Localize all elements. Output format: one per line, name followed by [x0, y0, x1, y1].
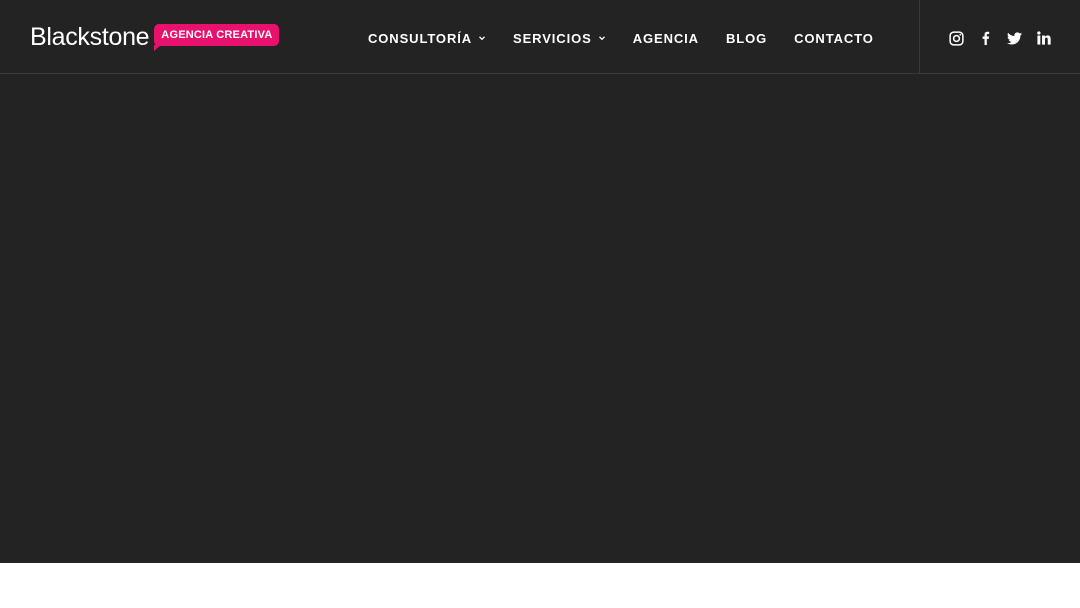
hero-section: Blackstone AGENCIA CREATIVA CONSULTORÍA …	[0, 0, 1080, 563]
nav-item-label: AGENCIA	[632, 30, 699, 46]
social-links	[948, 28, 1052, 48]
nav-item-label: CONSULTORÍA	[368, 30, 473, 46]
nav-item-blog[interactable]: BLOG	[726, 31, 767, 46]
nav-item-label: SERVICIOS	[513, 30, 592, 46]
linkedin-icon[interactable]	[1035, 30, 1052, 47]
nav-item-agencia[interactable]: AGENCIA	[633, 31, 699, 46]
content-area	[0, 563, 1080, 608]
site-logo[interactable]: Blackstone AGENCIA CREATIVA	[30, 22, 280, 52]
nav-item-label: CONTACTO	[794, 30, 874, 46]
nav-item-servicios[interactable]: SERVICIOS	[513, 31, 606, 46]
logo-badge: AGENCIA CREATIVA	[154, 24, 280, 51]
chevron-down-icon	[598, 36, 605, 41]
twitter-icon[interactable]	[1006, 30, 1023, 47]
header-divider	[919, 0, 920, 74]
site-header: Blackstone AGENCIA CREATIVA CONSULTORÍA …	[0, 0, 1080, 74]
facebook-icon[interactable]	[977, 30, 994, 47]
nav-item-contacto[interactable]: CONTACTO	[794, 31, 874, 46]
nav-item-consultoria[interactable]: CONSULTORÍA	[368, 31, 486, 46]
nav-item-label: BLOG	[725, 30, 768, 46]
main-nav: CONSULTORÍA SERVICIOS AGENCIA BLOG CONTA…	[368, 26, 874, 50]
logo-wordmark: Blackstone	[30, 22, 150, 51]
instagram-icon[interactable]	[948, 30, 965, 47]
chevron-down-icon	[479, 36, 485, 41]
